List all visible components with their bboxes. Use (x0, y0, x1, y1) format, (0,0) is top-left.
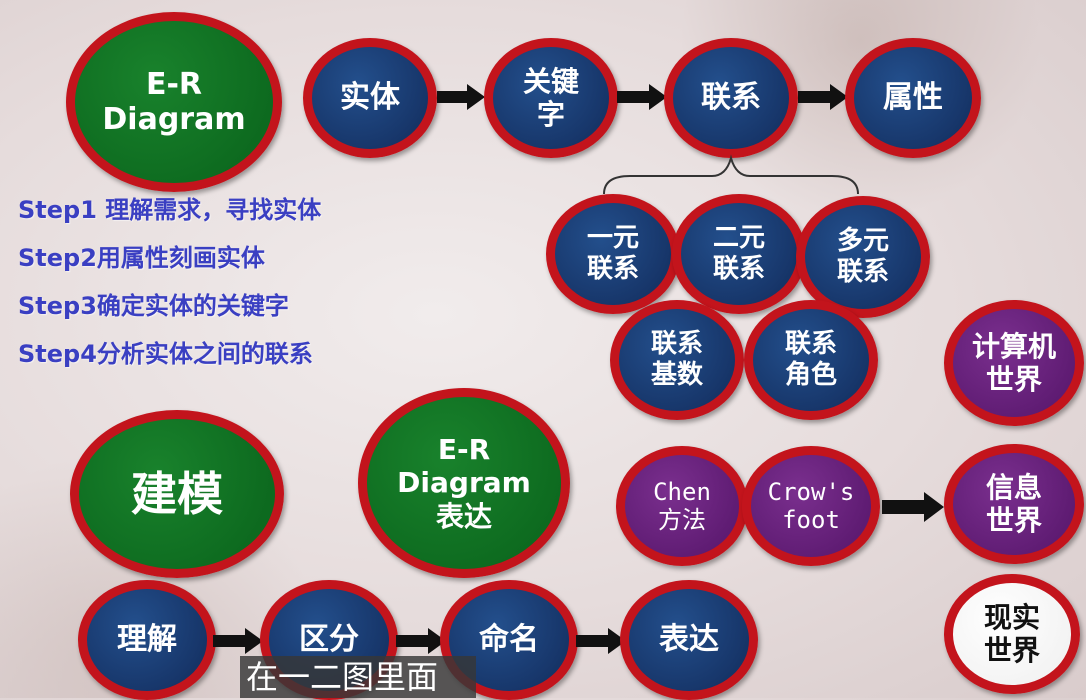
step-4: Step4分析实体之间的联系 (18, 340, 313, 368)
arrow-understand-to-distinguish (213, 628, 263, 654)
node-binary-relationship: 二元 联系 (672, 194, 806, 314)
node-computer-world: 计算机 世界 (944, 300, 1084, 426)
step-3: Step3确定实体的关键字 (18, 292, 289, 320)
node-relationship: 联系 (664, 38, 798, 158)
node-entity: 实体 (303, 38, 437, 158)
er-diagram-title-node: E-R Diagram (66, 12, 282, 192)
node-real-world: 现实 世界 (944, 574, 1080, 694)
node-er-diagram-expression: E-R Diagram 表达 (358, 388, 570, 578)
arrow-methods-to-information-world (882, 492, 944, 522)
node-understand: 理解 (78, 580, 216, 700)
arrow-relationship-to-attribute (798, 84, 848, 110)
node-relationship-role: 联系 角色 (744, 300, 878, 420)
node-unary-relationship: 一元 联系 (546, 194, 680, 314)
arrow-key-to-relationship (617, 84, 667, 110)
arrow-entity-to-key (437, 84, 485, 110)
node-attribute: 属性 (845, 38, 981, 158)
curly-brace (603, 154, 859, 195)
node-modeling: 建模 (70, 410, 284, 578)
step-1: Step1 理解需求，寻找实体 (18, 196, 322, 224)
node-information-world: 信息 世界 (944, 444, 1084, 564)
node-chen-method: Chen 方法 (616, 446, 748, 566)
node-crows-foot: Crow's foot (742, 446, 880, 566)
step-list: Step1 理解需求，寻找实体 Step2用属性刻画实体 Step3确定实体的关… (18, 190, 321, 382)
node-key: 关键 字 (484, 38, 618, 158)
node-express: 表达 (620, 580, 758, 700)
node-relationship-cardinality: 联系 基数 (610, 300, 744, 420)
step-2: Step2用属性刻画实体 (18, 244, 265, 272)
video-subtitle: 在一二图里面 (240, 656, 476, 698)
